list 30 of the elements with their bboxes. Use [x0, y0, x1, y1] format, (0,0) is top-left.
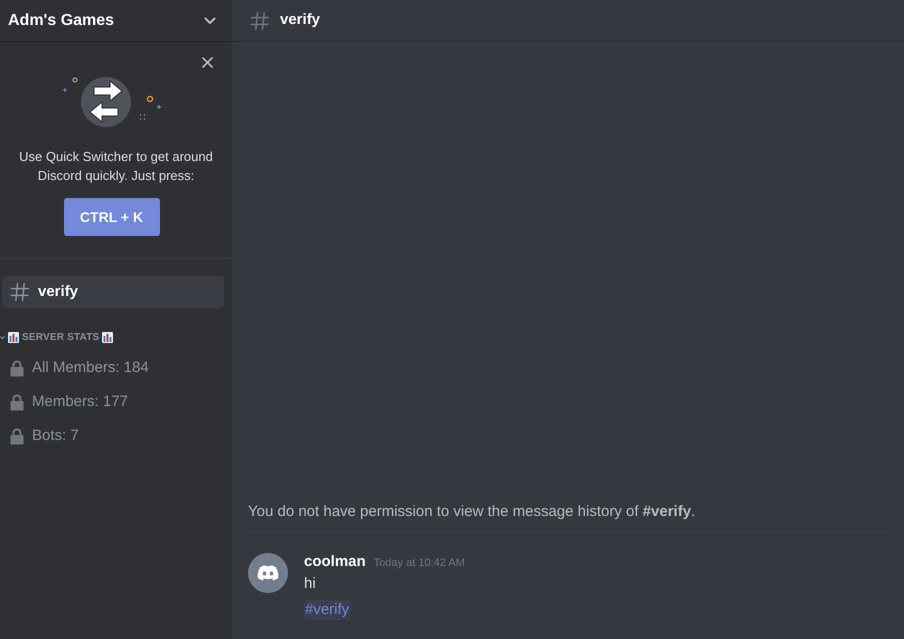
bar-chart-icon: [102, 332, 114, 342]
permission-notice: You do not have permission to view the message history of #verify.: [248, 500, 888, 532]
author-name[interactable]: coolman: [304, 550, 366, 573]
channel-item[interactable]: Bots: 7: [2, 420, 224, 452]
avatar-icon[interactable]: [248, 552, 288, 592]
category-name: SERVER STATS: [22, 330, 100, 344]
channel-name: verify: [38, 282, 78, 302]
hash-icon: [10, 282, 30, 302]
lock-icon: [10, 394, 24, 410]
channel-mention-link[interactable]: #verify: [304, 600, 350, 620]
channel-name: Members: 177: [32, 392, 128, 412]
lock-icon: [10, 428, 24, 444]
channel-title: verify: [280, 10, 320, 30]
channel-item[interactable]: Members: 177: [2, 386, 224, 418]
server-header[interactable]: Adm's Games: [0, 0, 232, 42]
hash-icon: [250, 10, 270, 30]
shortcut-button[interactable]: CTRL + K: [64, 198, 160, 236]
message-text: hi: [304, 574, 316, 594]
chevron-down-icon: [204, 16, 216, 24]
category-header[interactable]: SERVER STATS: [0, 328, 232, 346]
channel-item[interactable]: All Members: 184: [2, 352, 224, 384]
bar-chart-icon: [8, 332, 19, 342]
channel-name: Bots: 7: [32, 426, 79, 446]
message-timestamp: Today at 10:42 AM: [374, 556, 465, 570]
channel-item[interactable]: verify: [2, 276, 224, 308]
channel-name: All Members: 184: [32, 358, 149, 378]
close-icon: [202, 57, 213, 68]
quick-switcher-tip: Use Quick Switcher to get around Discord quickly. Just press:: [18, 148, 214, 185]
lock-icon: [10, 360, 24, 376]
server-name: Adm's Games: [8, 10, 114, 30]
